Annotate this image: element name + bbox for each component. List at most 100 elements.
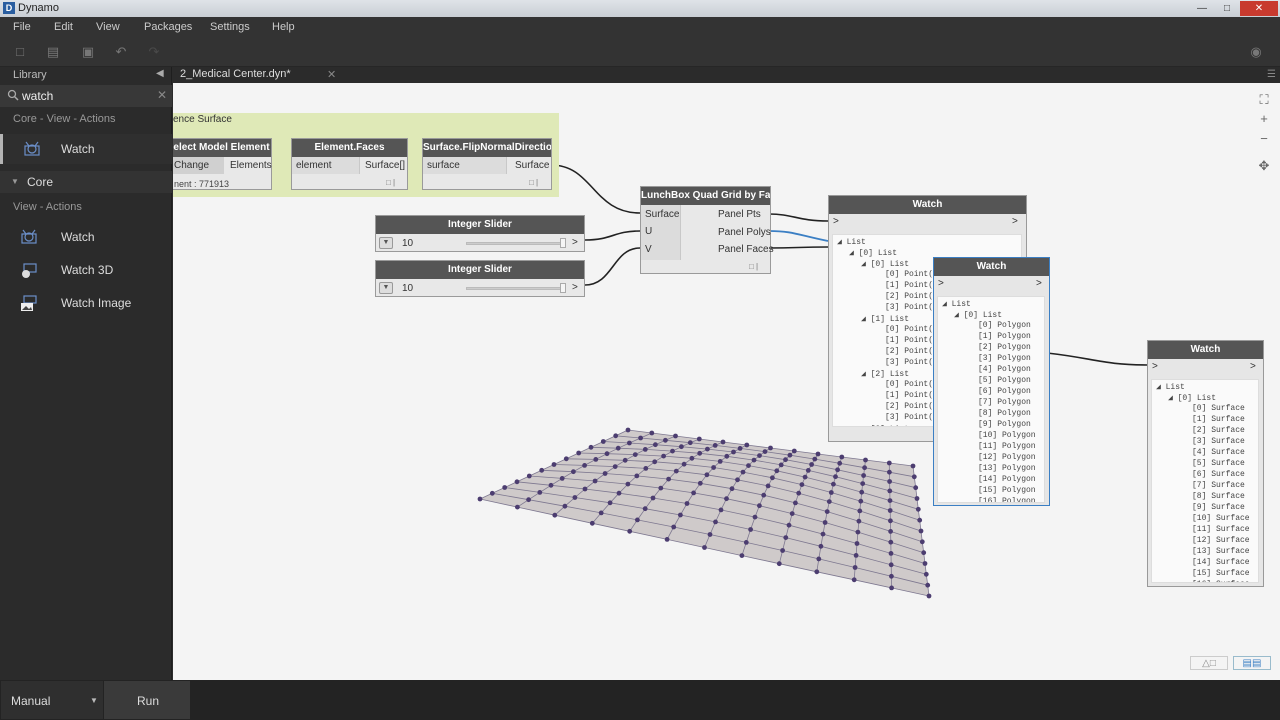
library-item-watch-top[interactable]: Watch (0, 134, 172, 164)
watch-tree-item[interactable]: [2] Polygon (978, 343, 1031, 352)
watch-tree-item[interactable]: [3] Surface (1192, 437, 1245, 446)
slider-expand-button[interactable]: ▼ (379, 282, 393, 294)
watch-tree-item[interactable]: [4] Polygon (978, 365, 1031, 374)
slider-thumb[interactable] (560, 238, 566, 248)
watch-tree-item[interactable]: [6] Surface (1192, 470, 1245, 479)
watch-tree-item[interactable]: [3] Polygon (978, 354, 1031, 363)
watch-tree-item[interactable]: ◢ List (1156, 382, 1185, 392)
redo-icon[interactable]: ↷ (146, 44, 162, 60)
watch-tree-item[interactable]: [11] Polygon (978, 442, 1036, 451)
clear-search-icon[interactable]: ✕ (157, 88, 167, 102)
output-port-panel-polys[interactable]: Panel Polys (718, 227, 771, 238)
watch-tree-item[interactable]: [2] Point( (885, 347, 933, 356)
input-port-element[interactable]: element (296, 160, 332, 171)
watch-tree-item[interactable]: [12] Polygon (978, 453, 1036, 462)
watch-tree-item[interactable]: [16] Polygon (978, 497, 1036, 502)
element-faces-node[interactable]: Element.Faces element Surface[] □ | (291, 138, 408, 190)
watch-tree-item[interactable]: [9] Polygon (978, 420, 1031, 429)
library-category-core[interactable]: ▼ Core (0, 171, 172, 193)
watch-tree-item[interactable]: ◢ [0] List (849, 248, 897, 258)
watch-tree-item[interactable]: [3] Point( (885, 358, 933, 367)
watch-tree-item[interactable]: ◢ [0] List (954, 310, 1002, 320)
watch-tree-item[interactable]: [12] Surface (1192, 536, 1250, 545)
watch-node-3[interactable]: Watch > > ◢ List ◢ [0] List [0] Surface [1]… (1147, 340, 1264, 587)
slider-thumb[interactable] (560, 283, 566, 293)
watch-tree-item[interactable]: ◢ List (942, 299, 971, 309)
menu-settings[interactable]: Settings (210, 21, 250, 33)
output-port-panel-pts[interactable]: Panel Pts (718, 209, 761, 220)
watch-tree-item[interactable]: [6] Polygon (978, 387, 1031, 396)
library-item-watch[interactable]: Watch (0, 222, 172, 252)
watch-tree-item[interactable]: [14] Polygon (978, 475, 1036, 484)
watch-tree-item[interactable]: [9] Surface (1192, 503, 1245, 512)
zoom-in-icon[interactable]: + (1255, 110, 1273, 128)
watch-tree-item[interactable]: [3] Point( (885, 413, 933, 422)
run-mode-select[interactable]: Manual ▼ (1, 681, 103, 719)
watch-tree-item[interactable]: ◢ [2] List (861, 369, 909, 379)
input-port[interactable]: > (833, 216, 839, 227)
output-port-elements[interactable]: Elements (230, 160, 272, 171)
watch-tree-item[interactable]: [0] Polygon (978, 321, 1031, 330)
menu-file[interactable]: File (13, 21, 31, 33)
close-tab-icon[interactable]: ✕ (327, 68, 336, 81)
slider-track[interactable] (466, 242, 566, 245)
select-model-element-node[interactable]: elect Model Element Change Elements nent… (173, 138, 272, 190)
input-port-v[interactable]: V (645, 244, 652, 255)
output-port-surfaces[interactable]: Surface[] (365, 160, 405, 171)
run-button[interactable]: Run (104, 681, 190, 719)
new-file-icon[interactable]: □ (12, 44, 28, 60)
tab-medical-center[interactable]: 2_Medical Center.dyn* ✕ (172, 67, 342, 83)
watch-tree-item[interactable]: [1] Point( (885, 336, 933, 345)
watch-tree-item[interactable]: [2] Surface (1192, 426, 1245, 435)
watch-tree-item[interactable]: [1] Surface (1192, 415, 1245, 424)
output-port[interactable]: > (572, 237, 578, 248)
maximize-button[interactable]: □ (1215, 1, 1239, 16)
watch-tree-item[interactable]: [5] Polygon (978, 376, 1031, 385)
watch-tree-item[interactable]: [4] Surface (1192, 448, 1245, 457)
minimize-button[interactable]: — (1190, 1, 1214, 16)
output-port[interactable]: > (1250, 361, 1256, 372)
close-button[interactable]: ✕ (1240, 1, 1278, 16)
watch-tree-item[interactable]: [1] Point( (885, 281, 933, 290)
save-icon[interactable]: ▣ (80, 44, 96, 60)
lacing-icon[interactable]: □ | (386, 178, 395, 187)
integer-slider-node-1[interactable]: Integer Slider ▼ 10 > (375, 215, 585, 252)
geometry-view-toggle-icon[interactable]: △□ (1190, 656, 1228, 670)
menu-view[interactable]: View (96, 21, 120, 33)
watch-tree-item[interactable]: [2] Point( (885, 292, 933, 301)
watch-node-2[interactable]: Watch > > ◢ List ◢ [0] List [0] Polygon [1]… (933, 257, 1050, 506)
graph-canvas[interactable]: ence Surface elect Model Element Change … (173, 83, 1280, 680)
flip-normal-node[interactable]: Surface.FlipNormalDirection surface Surf… (422, 138, 552, 190)
watch-tree-item[interactable]: [0] Surface (1192, 404, 1245, 413)
watch-tree-item[interactable]: [10] Surface (1192, 514, 1250, 523)
input-port-surface[interactable]: Surface (645, 209, 679, 220)
slider-track[interactable] (466, 287, 566, 290)
watch-tree-item[interactable]: [2] Point( (885, 402, 933, 411)
zoom-out-icon[interactable]: − (1255, 130, 1273, 148)
watch-tree-item[interactable]: [7] Surface (1192, 481, 1245, 490)
watch-tree-item[interactable]: ◢ [3] List (861, 424, 909, 426)
watch-tree-item[interactable]: ◢ List (837, 237, 866, 247)
lunchbox-quad-grid-node[interactable]: LunchBox Quad Grid by Face Surface U V P… (640, 186, 774, 274)
lacing-icon[interactable]: □ | (529, 178, 538, 187)
output-port[interactable]: > (572, 282, 578, 293)
pan-icon[interactable]: ✥ (1255, 157, 1273, 175)
output-port-panel-faces[interactable]: Panel Faces (718, 244, 774, 255)
watch-tree-item[interactable]: [15] Surface (1192, 569, 1250, 578)
watch-tree-item[interactable]: [7] Polygon (978, 398, 1031, 407)
watch-tree-item[interactable]: [15] Polygon (978, 486, 1036, 495)
watch-tree-item[interactable]: [14] Surface (1192, 558, 1250, 567)
screenshot-camera-icon[interactable]: ◉ (1248, 44, 1264, 60)
input-port-u[interactable]: U (645, 226, 652, 237)
lacing-icon[interactable]: □ | (749, 262, 758, 271)
menu-packages[interactable]: Packages (144, 21, 192, 33)
graph-view-toggle-icon[interactable]: ▤▤ (1233, 656, 1271, 670)
output-port[interactable]: > (1036, 278, 1042, 289)
output-port[interactable]: > (1012, 216, 1018, 227)
watch-tree-item[interactable]: [16] Surface (1192, 580, 1250, 582)
watch-tree-item[interactable]: [8] Polygon (978, 409, 1031, 418)
watch-tree-item[interactable]: [1] Point( (885, 391, 933, 400)
slider-expand-button[interactable]: ▼ (379, 237, 393, 249)
watch-tree-view[interactable]: ◢ List ◢ [0] List [0] Surface [1] Surface [2… (1151, 379, 1259, 583)
watch-tree-item[interactable]: [1] Polygon (978, 332, 1031, 341)
